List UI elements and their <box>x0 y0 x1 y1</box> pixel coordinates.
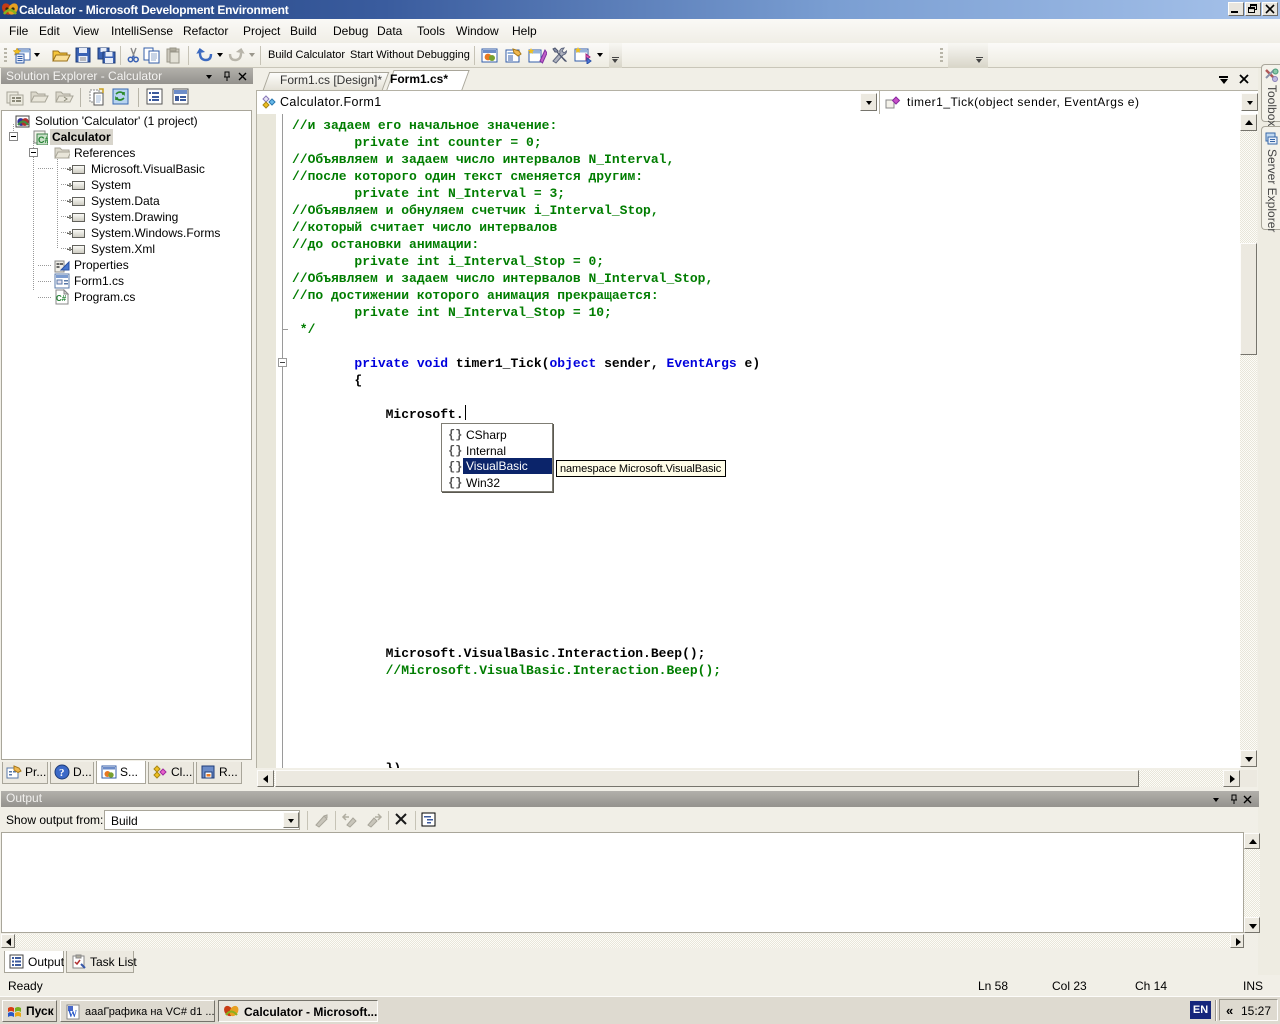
svg-text:C#: C# <box>38 135 48 145</box>
svg-text:W: W <box>68 1009 77 1019</box>
svg-text:?: ? <box>59 767 65 779</box>
svg-text:C#: C# <box>56 294 67 303</box>
